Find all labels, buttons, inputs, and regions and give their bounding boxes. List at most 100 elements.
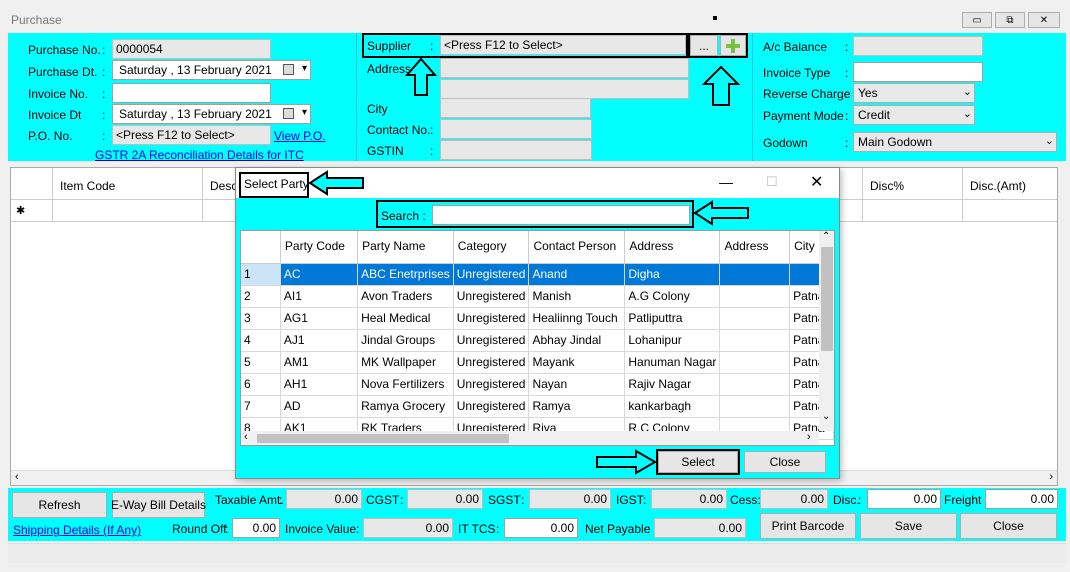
calendar-icon[interactable] <box>283 108 294 119</box>
party-cell: Avon Traders <box>357 285 454 308</box>
col-party-name[interactable]: Party Name <box>357 231 454 264</box>
eway-bill-button[interactable]: E-Way Bill Details <box>111 492 206 518</box>
gstr-reconciliation-link[interactable]: GSTR 2A Reconciliation Details for ITC <box>95 148 304 162</box>
purchase-dt-label: Purchase Dt. <box>28 65 98 79</box>
up-arrow-add <box>701 65 741 106</box>
igst-field[interactable]: 0.00 <box>651 489 727 509</box>
party-row[interactable]: 7 AD Ramya Grocery Unregistered Ramya kankarb… <box>241 395 834 418</box>
cess-field[interactable]: 0.00 <box>760 489 828 509</box>
netpayable-label: Net Payable <box>585 522 651 536</box>
party-cell <box>719 263 791 286</box>
party-cell: kankarbagh <box>624 395 721 418</box>
col-description[interactable]: Desc <box>210 179 237 193</box>
disc-field[interactable]: 0.00 <box>867 489 941 509</box>
scroll-left-icon[interactable]: ‹ <box>244 431 248 443</box>
taxable-field[interactable]: 0.00 <box>286 489 362 509</box>
minimize-button[interactable]: ▭ <box>962 12 992 28</box>
roundoff-field[interactable]: 0.00 <box>232 518 280 538</box>
ac-balance-field[interactable] <box>853 36 983 56</box>
header-divider-2 <box>752 33 753 161</box>
print-barcode-button[interactable]: Print Barcode <box>760 513 856 539</box>
party-vscrollbar[interactable]: ⌃ ⌄ <box>819 231 834 431</box>
chevron-down-icon[interactable]: ▾ <box>302 63 307 74</box>
taxable-label: Taxable Amt. <box>215 493 284 507</box>
party-cell: Patliputtra <box>624 307 721 330</box>
colon: : <box>225 522 229 536</box>
address-line-1[interactable] <box>440 58 689 78</box>
party-cell: Rajiv Nagar <box>624 373 721 396</box>
reverse-charge-value: Yes <box>858 86 878 100</box>
col-disc-pct[interactable]: Disc% <box>870 179 904 193</box>
col-address-1[interactable]: Address <box>624 231 721 264</box>
hscroll-thumb[interactable] <box>257 434 509 443</box>
godown-label: Godown <box>763 136 808 150</box>
close-window-button[interactable]: ✕ <box>1028 12 1060 28</box>
invoice-no-field[interactable] <box>112 83 271 103</box>
col-party-code[interactable]: Party Code <box>280 231 359 264</box>
godown-select[interactable]: Main Godown ⌄ <box>853 132 1057 152</box>
netpayable-field[interactable]: 0.00 <box>654 518 746 538</box>
col-item-code[interactable]: Item Code <box>60 179 115 193</box>
scroll-right-icon[interactable]: › <box>1049 471 1053 483</box>
col-category[interactable]: Category <box>453 231 530 264</box>
godown-value: Main Godown <box>858 135 933 149</box>
dialog-close-button[interactable]: Close <box>744 451 826 473</box>
scroll-right-icon[interactable]: › <box>807 431 811 443</box>
payment-mode-select[interactable]: Credit ⌄ <box>853 105 975 125</box>
col-contact-person[interactable]: Contact Person <box>528 231 626 264</box>
refresh-button[interactable]: Refresh <box>12 492 107 518</box>
ac-balance-label: A/c Balance <box>763 40 828 54</box>
scroll-left-icon[interactable]: ‹ <box>15 471 19 483</box>
party-cell: MK Wallpaper <box>357 351 454 374</box>
ittcs-label: IT TCS <box>458 522 496 536</box>
colon: : <box>102 108 106 122</box>
party-row[interactable]: 1 AC ABC Enetrprises Unregistered Anand Digha <box>241 263 834 286</box>
party-row[interactable]: 3 AG1 Heal Medical Unregistered Healiinng To… <box>241 307 834 330</box>
chevron-down-icon: ⌄ <box>962 108 972 120</box>
save-button[interactable]: Save <box>860 513 957 539</box>
scroll-up-icon[interactable]: ⌃ <box>822 231 830 242</box>
cgst-field[interactable]: 0.00 <box>407 489 483 509</box>
invoice-date-picker[interactable]: Saturday , 13 February 2021 ▾ <box>112 104 311 124</box>
view-po-link[interactable]: View P.O. <box>274 129 326 143</box>
dialog-maximize-icon[interactable]: ☐ <box>766 174 778 190</box>
party-row[interactable]: 6 AH1 Nova Fertilizers Unregistered Nayan Raj… <box>241 373 834 396</box>
city-field[interactable] <box>440 98 591 118</box>
party-cell: Unregistered <box>453 285 530 308</box>
colon: : <box>845 136 849 150</box>
party-hscrollbar[interactable]: ‹ › <box>241 431 819 445</box>
party-row[interactable]: 5 AM1 MK Wallpaper Unregistered Mayank Hanuma… <box>241 351 834 374</box>
scroll-thumb[interactable] <box>821 247 833 351</box>
dialog-close-icon[interactable]: ✕ <box>810 172 823 192</box>
colon: : <box>647 522 651 536</box>
invoice-value-field[interactable]: 0.00 <box>363 518 453 538</box>
invoice-type-field[interactable] <box>853 62 983 82</box>
address-line-2[interactable] <box>440 79 689 99</box>
party-cell: Jindal Groups <box>357 329 454 352</box>
new-row-marker-icon: ✱ <box>16 205 26 217</box>
party-row[interactable]: 4 AJ1 Jindal Groups Unregistered Abhay Jinda… <box>241 329 834 352</box>
freight-field[interactable]: 0.00 <box>985 489 1058 509</box>
party-cell: Ramya <box>528 395 626 418</box>
col-disc-amt[interactable]: Disc.(Amt) <box>970 179 1026 193</box>
purchase-no-field[interactable]: 0000054 <box>112 39 271 59</box>
party-cell: Ramya Grocery <box>357 395 454 418</box>
party-row[interactable]: 2 AI1 Avon Traders Unregistered Manish A.G Co… <box>241 285 834 308</box>
dialog-minimize-icon[interactable]: — <box>719 174 733 190</box>
reverse-charge-select[interactable]: Yes ⌄ <box>853 83 975 103</box>
ittcs-field[interactable]: 0.00 <box>504 518 578 538</box>
scroll-down-icon[interactable]: ⌄ <box>822 411 830 422</box>
gstin-field[interactable] <box>440 140 592 160</box>
close-button[interactable]: Close <box>960 513 1057 539</box>
purchase-date-picker[interactable]: Saturday , 13 February 2021 ▾ <box>112 60 311 80</box>
col-address-2[interactable]: Address <box>719 231 791 264</box>
po-no-field[interactable]: <Press F12 to Select> <box>112 125 271 145</box>
chevron-down-icon[interactable]: ▾ <box>302 107 307 118</box>
sgst-field[interactable]: 0.00 <box>529 489 611 509</box>
city-label: City <box>367 102 388 116</box>
calendar-icon[interactable] <box>283 64 294 75</box>
party-cell <box>719 351 791 374</box>
shipping-details-link[interactable]: Shipping Details (If Any) <box>13 523 141 537</box>
contact-field[interactable] <box>440 119 592 139</box>
restore-button[interactable]: ⧉ <box>995 12 1025 28</box>
